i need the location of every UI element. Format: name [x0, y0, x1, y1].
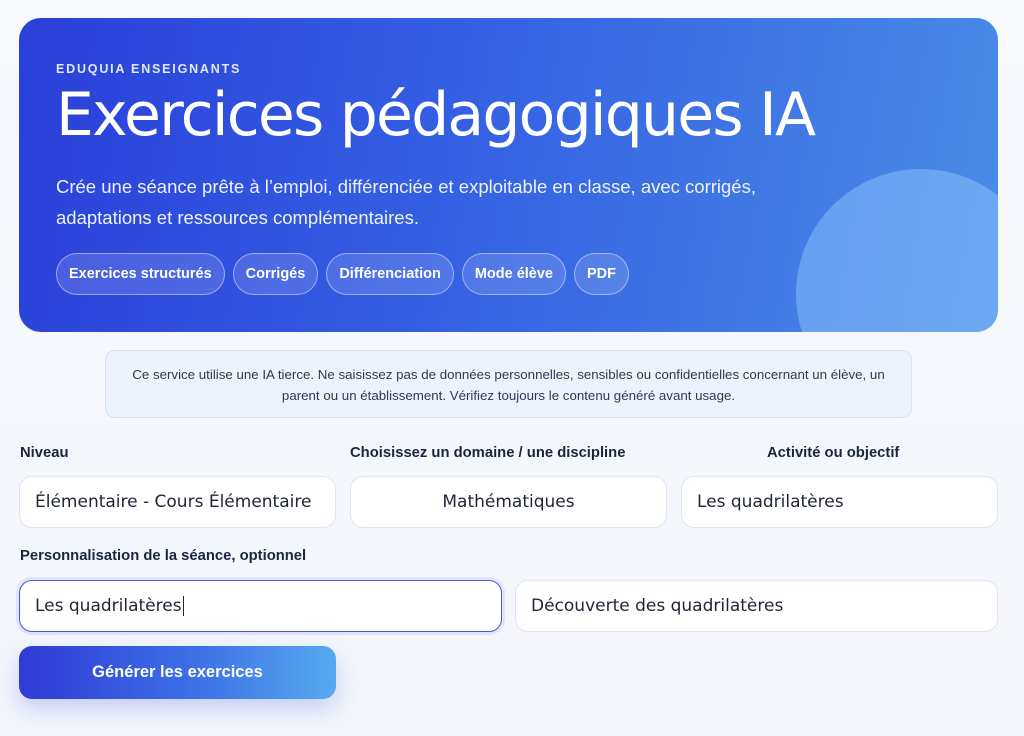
niveau-label: Niveau [20, 445, 69, 461]
objectif-detail-value: Découverte des quadrilatères [531, 596, 784, 616]
chip-pdf: PDF [574, 253, 629, 295]
hero-eyebrow: EDUQUIA ENSEIGNANTS [56, 62, 242, 76]
chip-corriges: Corrigés [232, 253, 319, 295]
chip-mode-eleve: Mode élève [461, 253, 566, 295]
activite-value: Les quadrilatères [697, 492, 844, 512]
personnalisation-input[interactable]: Les quadrilatères [19, 580, 502, 632]
domaine-label: Choisissez un domaine / une discipline [350, 445, 626, 461]
feature-chips: Exercices structurés Corrigés Différenci… [56, 253, 629, 295]
domaine-value: Mathématiques [442, 492, 575, 512]
generate-button[interactable]: Générer les exercices [19, 646, 336, 699]
niveau-value: Élémentaire - Cours Élémentaire [35, 492, 312, 512]
personnalisation-label: Personnalisation de la séance, optionnel [20, 548, 307, 564]
activite-select[interactable]: Les quadrilatères [681, 476, 998, 528]
niveau-select[interactable]: Élémentaire - Cours Élémentaire [19, 476, 336, 528]
domaine-select[interactable]: Mathématiques [350, 476, 667, 528]
objectif-detail-input[interactable]: Découverte des quadrilatères [515, 580, 998, 632]
chip-exercices-structures: Exercices structurés [56, 253, 225, 295]
page-title: Exercices pédagogiques IA [56, 80, 816, 150]
chip-differenciation: Différenciation [326, 253, 454, 295]
hero-subtitle: Crée une séance prête à l’emploi, différ… [56, 176, 756, 228]
privacy-notice: Ce service utilise une IA tierce. Ne sai… [105, 350, 912, 418]
activite-label: Activité ou objectif [767, 445, 900, 461]
text-caret [182, 596, 184, 616]
personnalisation-value: Les quadrilatères [35, 596, 182, 616]
hero-banner: EDUQUIA ENSEIGNANTS Exercices pédagogiqu… [19, 18, 998, 332]
